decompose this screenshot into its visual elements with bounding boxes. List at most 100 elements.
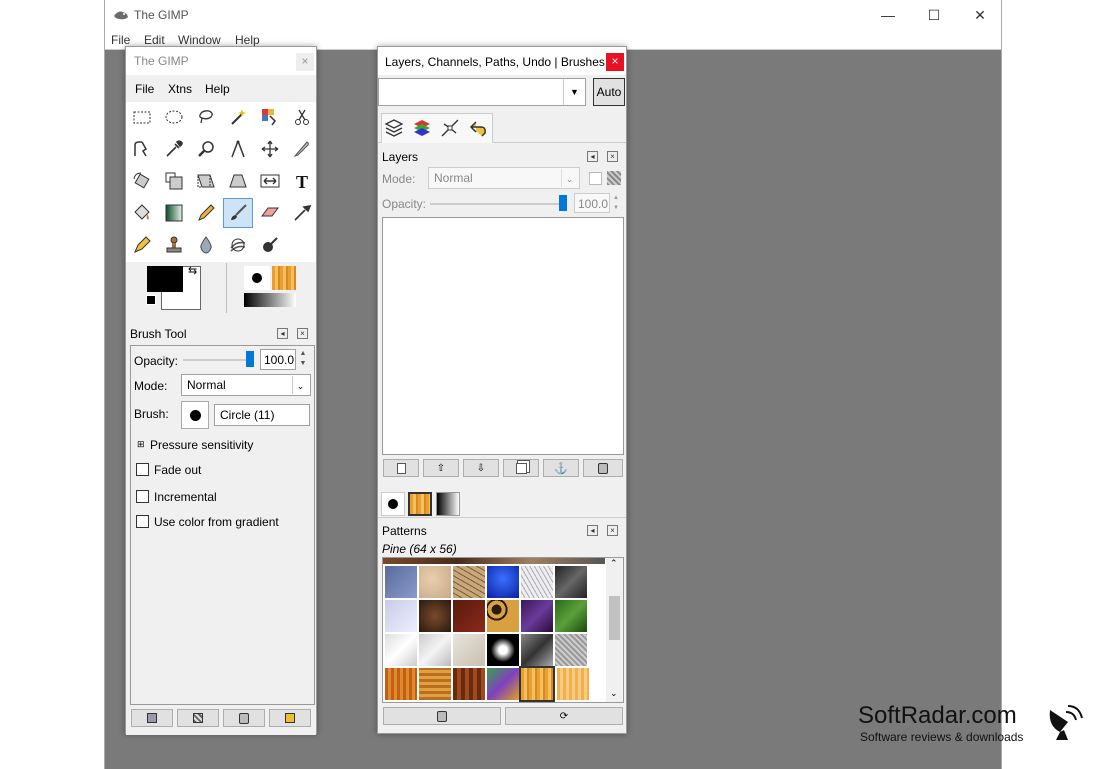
incremental-checkbox[interactable]: [136, 490, 149, 503]
refresh-patterns-button[interactable]: [383, 707, 501, 725]
ink-tool[interactable]: [129, 232, 155, 258]
fuzzy-select-tool[interactable]: [225, 104, 251, 130]
pattern-rainbow[interactable]: [487, 668, 519, 700]
scissors-tool[interactable]: [289, 104, 315, 130]
layers-opacity-input[interactable]: 100.0: [574, 193, 610, 213]
tab-gradients[interactable]: [436, 492, 460, 516]
delete-layer-button[interactable]: [583, 459, 623, 477]
panel-menu-icon[interactable]: ◂: [277, 328, 288, 339]
patterns-grid[interactable]: ⌃ ⌄: [382, 557, 624, 703]
clone-tool[interactable]: [161, 232, 187, 258]
paths-tool[interactable]: [129, 136, 155, 162]
pressure-sensitivity-expander[interactable]: Pressure sensitivity: [150, 438, 253, 452]
pattern-wood-grain[interactable]: [419, 668, 451, 700]
free-select-tool[interactable]: [193, 104, 219, 130]
toolbox-menu-file[interactable]: File: [135, 82, 154, 96]
airbrush-tool[interactable]: [289, 200, 315, 226]
scroll-down-icon[interactable]: ⌄: [610, 688, 618, 699]
pattern-blue-electric[interactable]: [487, 566, 519, 598]
patterns-close-icon[interactable]: ×: [607, 525, 618, 536]
close-button[interactable]: ✕: [957, 0, 1003, 30]
text-tool[interactable]: T: [289, 168, 315, 194]
pattern-leather[interactable]: [453, 600, 485, 632]
new-layer-button[interactable]: [383, 459, 419, 477]
opacity-input[interactable]: 100.0: [260, 349, 296, 370]
pattern-purple[interactable]: [521, 600, 553, 632]
pattern-blue-grain[interactable]: [385, 566, 417, 598]
smudge-tool[interactable]: [225, 232, 251, 258]
minimize-button[interactable]: —: [865, 0, 911, 30]
raise-layer-button[interactable]: ⇧: [423, 459, 459, 477]
pattern-dark-wood[interactable]: [453, 668, 485, 700]
maximize-button[interactable]: ☐: [911, 0, 957, 30]
pattern-coffee[interactable]: [419, 600, 451, 632]
blur-tool[interactable]: [193, 232, 219, 258]
toolbox-close-button[interactable]: ×: [296, 53, 314, 71]
tab-layers[interactable]: [381, 115, 407, 141]
pattern-rock[interactable]: [521, 634, 553, 666]
pattern-pine[interactable]: [519, 666, 555, 702]
pattern-sand[interactable]: [419, 566, 451, 598]
pattern-cracked[interactable]: [453, 566, 485, 598]
brush-name-field[interactable]: Circle (11): [214, 404, 310, 426]
bucket-fill-tool[interactable]: [129, 200, 155, 226]
pattern-marble[interactable]: [419, 634, 451, 666]
opacity-slider-track[interactable]: [183, 359, 253, 361]
reset-options-button[interactable]: [269, 709, 311, 727]
layers-dock-close-button[interactable]: ×: [606, 53, 624, 71]
active-gradient-preview[interactable]: [244, 293, 296, 307]
layers-opacity-spin-icon[interactable]: ▲ ▼: [611, 193, 621, 213]
pattern-wood-orange[interactable]: [385, 668, 417, 700]
scale-tool[interactable]: [161, 168, 187, 194]
brush-preview-button[interactable]: [181, 401, 209, 429]
tab-channels[interactable]: [409, 115, 435, 141]
color-picker-tool[interactable]: [161, 136, 187, 162]
measure-tool[interactable]: [225, 136, 251, 162]
mode-select[interactable]: Normal ⌄: [181, 374, 311, 396]
patterns-menu-icon[interactable]: ◂: [587, 525, 598, 536]
dodge-burn-tool[interactable]: [257, 232, 283, 258]
layers-opacity-track[interactable]: [430, 203, 562, 205]
panel-close-icon[interactable]: ×: [297, 328, 308, 339]
crop-tool[interactable]: [289, 136, 315, 162]
pattern-dark-stone[interactable]: [555, 566, 587, 598]
patterns-scrollbar[interactable]: ⌃ ⌄: [606, 558, 623, 702]
pattern-pale-blue[interactable]: [385, 600, 417, 632]
perspective-tool[interactable]: [225, 168, 251, 194]
duplicate-layer-button[interactable]: [503, 459, 539, 477]
open-pattern-button[interactable]: ⟳: [505, 707, 623, 725]
pattern-blur-spot[interactable]: [487, 634, 519, 666]
menu-window[interactable]: Window: [178, 33, 221, 47]
tab-patterns[interactable]: [408, 492, 432, 516]
anchor-layer-button[interactable]: ⚓: [543, 459, 579, 477]
blend-tool[interactable]: [161, 200, 187, 226]
lower-layer-button[interactable]: ⇩: [463, 459, 499, 477]
auto-button[interactable]: Auto: [593, 78, 625, 106]
move-tool[interactable]: [257, 136, 283, 162]
scroll-thumb[interactable]: [609, 596, 620, 640]
pattern-maple[interactable]: [557, 668, 589, 700]
keep-transparency-checkbox[interactable]: [589, 172, 602, 185]
menu-edit[interactable]: Edit: [144, 33, 165, 47]
foreground-color-swatch[interactable]: [147, 266, 183, 292]
layers-close-icon[interactable]: ×: [607, 151, 618, 162]
pencil-tool[interactable]: [193, 200, 219, 226]
rect-select-tool[interactable]: [129, 104, 155, 130]
layers-menu-icon[interactable]: ◂: [587, 151, 598, 162]
layers-list[interactable]: [382, 217, 624, 455]
menu-file[interactable]: File: [111, 33, 130, 47]
restore-options-button[interactable]: [177, 709, 219, 727]
menu-help[interactable]: Help: [235, 33, 260, 47]
layers-mode-select[interactable]: Normal ⌄: [428, 167, 580, 189]
toolbox-menu-xtns[interactable]: Xtns: [168, 82, 192, 96]
default-colors-icon[interactable]: [146, 295, 156, 305]
magnify-tool[interactable]: [193, 136, 219, 162]
layers-opacity-handle[interactable]: [559, 195, 567, 211]
opacity-slider-handle[interactable]: [246, 351, 254, 367]
swap-colors-icon[interactable]: ⇆: [188, 264, 197, 277]
rotate-tool[interactable]: [129, 168, 155, 194]
use-color-gradient-checkbox[interactable]: [136, 515, 149, 528]
ellipse-select-tool[interactable]: [161, 104, 187, 130]
pattern-paper[interactable]: [385, 634, 417, 666]
pattern-leopard[interactable]: [487, 600, 519, 632]
